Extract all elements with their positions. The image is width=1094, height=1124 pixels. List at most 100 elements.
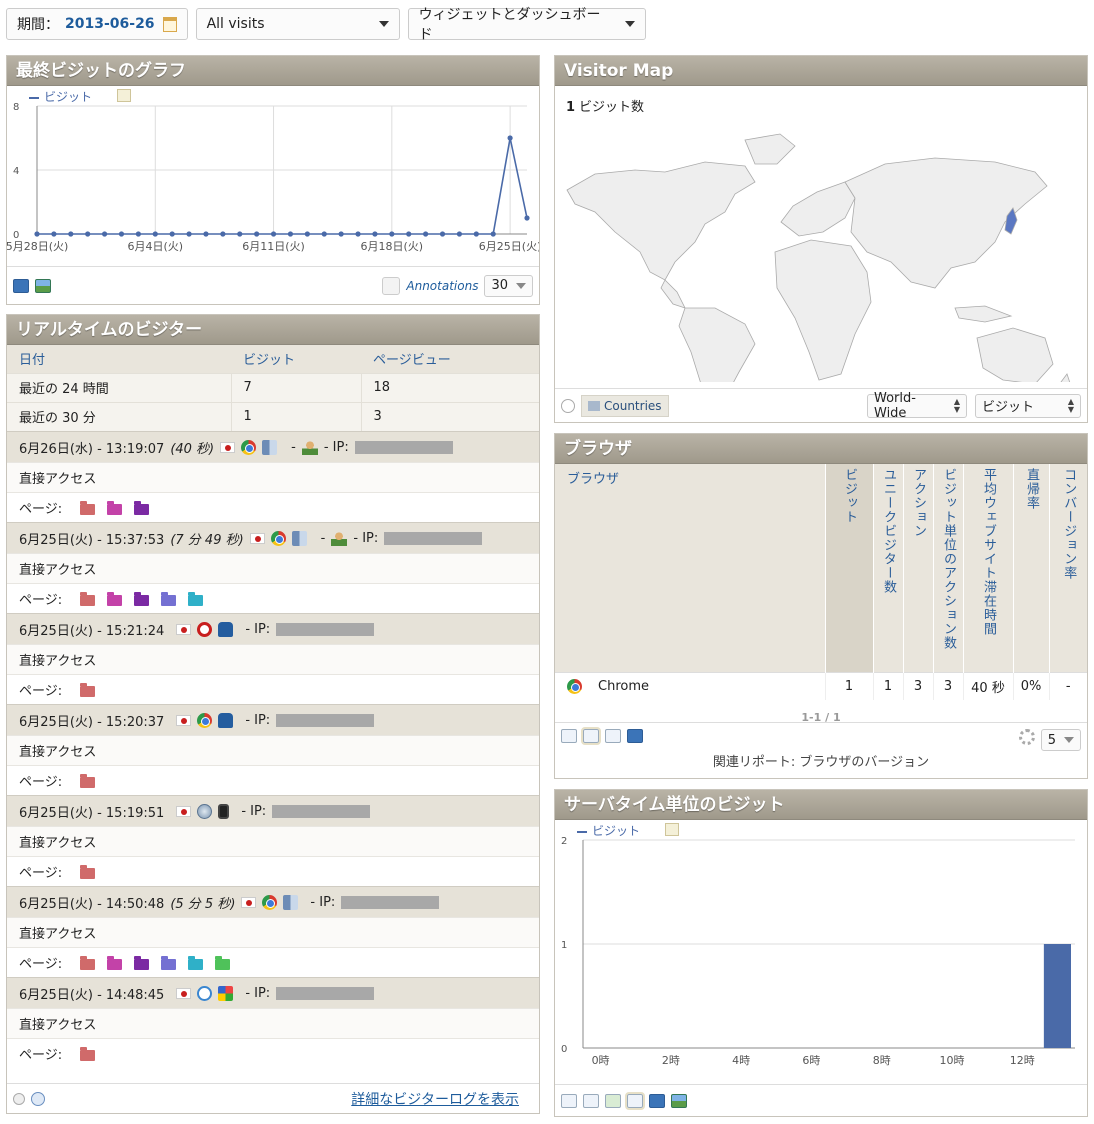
page-folder-icon[interactable] [80,865,96,879]
table-view-icon[interactable] [561,1093,577,1108]
col-avg-time[interactable]: 平均ウェブサイト滞在時間 [962,464,1013,672]
visits-line-chart: 8405月28日(火) 6月4日(火) 6月11日(火) 6月18日(火) 6月25日(… [7,102,539,253]
annotations-link[interactable]: Annotations [406,279,478,293]
returning-visitor-icon [301,439,318,455]
table-more-view-icon[interactable] [581,727,601,745]
android-icon [218,621,234,637]
period-limit-select[interactable]: 30 [484,274,533,297]
visit-pages: ページ: [7,856,539,886]
page-folder-icon[interactable] [188,956,204,970]
japan-flag-icon [176,987,192,999]
visit-header: 6月25日(火) - 15:21:24 - IP: [7,614,539,644]
new-zealand-region [1060,373,1071,382]
page-folder-icon[interactable] [80,774,96,788]
japan-flag-icon [249,532,265,544]
table-row: 最近の 30 分 1 3 [7,401,539,431]
visit-entry: 6月25日(火) - 15:21:24 - IP: 直接アクセス ページ: [7,613,539,704]
y-tick-label: 1 [561,940,567,951]
visit-duration: (40 秒) [170,441,215,457]
calendar-icon[interactable] [162,16,177,32]
col-actions-per-visit[interactable]: ビジット単位のアクション数 [932,464,963,672]
visit-time: 6月25日(火) - 14:50:48 [19,896,165,912]
browser-widget-title[interactable]: ブラウザ [555,434,1087,464]
page-folder-icon[interactable] [80,501,96,515]
visit-entry: 6月25日(火) - 14:48:45 - IP: 直接アクセス ページ: [7,977,539,1068]
opera-icon [197,621,213,637]
export-icon[interactable] [627,729,643,743]
export-icon[interactable] [649,1093,665,1108]
bar-chart-view-icon[interactable] [605,729,621,743]
page-folder-icon[interactable] [107,592,123,606]
visit-referrer: 直接アクセス [7,826,539,856]
period-selector[interactable]: 期間： 2013-06-26 [6,8,188,40]
segment-selector[interactable]: All visits [195,8,400,40]
countries-button[interactable]: Countries [581,394,669,417]
indonesia-region [954,305,1013,323]
col-visits-sorted[interactable]: ビジット [824,464,873,672]
table-view-icon[interactable] [561,729,577,743]
col-visits: ビジット [231,345,361,373]
visit-header: 6月25日(火) - 14:50:48 (5 分 5 秒) - IP: [7,887,539,917]
data-point [203,231,209,237]
dashboard-menu[interactable]: ウィジェットとダッシュボード [407,7,646,43]
table-row: 最近の 24 時間 7 18 [7,372,539,402]
page-folder-icon[interactable] [134,956,150,970]
africa-region [774,239,872,381]
image-export-icon[interactable] [671,1093,687,1108]
col-actions[interactable]: アクション [902,464,933,672]
page-folder-icon[interactable] [188,592,204,606]
ip-label: - IP: [353,530,379,546]
safari-icon [197,803,213,819]
world-map[interactable] [555,112,1087,382]
page-folder-icon[interactable] [134,501,150,515]
x-tick-label: 5月28日(火) [7,240,68,253]
visit-header: 6月25日(火) - 15:37:53 (7 分 49 秒) - - IP: [7,523,539,553]
page-folder-icon[interactable] [80,956,96,970]
zoom-out-icon[interactable] [561,398,575,413]
page-folder-icon[interactable] [107,956,123,970]
realtime-widget-title[interactable]: リアルタイムのビジター [7,315,539,345]
graph-widget-title[interactable]: 最終ビジットのグラフ [7,56,539,86]
page-folder-icon[interactable] [107,501,123,515]
page-folder-icon[interactable] [80,1047,96,1061]
visit-header: 6月25日(火) - 14:48:45 - IP: [7,978,539,1008]
goals-flag-icon[interactable] [605,1093,621,1108]
japan-flag-icon [176,623,192,635]
north-america-region [566,161,756,281]
ip-label: - IP: [241,803,267,819]
row-limit-select[interactable]: 5 [1040,729,1081,751]
data-point [186,231,192,237]
page-folder-icon[interactable] [134,592,150,606]
period-value[interactable]: 2013-06-26 [65,16,155,32]
image-export-icon[interactable] [35,278,51,293]
col-browser[interactable]: ブラウザ [555,464,825,672]
related-report-link[interactable]: 関連リポート: ブラウザのバージョン [555,751,1087,770]
col-conversion-rate[interactable]: コンバージョン率 [1048,464,1087,672]
returning-visitor-icon [331,530,348,546]
col-unique-visitors[interactable]: ユニークビジター数 [872,464,903,672]
table-more-view-icon[interactable] [583,1093,599,1108]
map-widget-title[interactable]: Visitor Map [555,56,1087,86]
visitor-log-link[interactable]: 詳細なビジターログを表示 [351,1089,519,1109]
region-select[interactable]: World-Wide ▲ ▼ [867,391,967,421]
bar-chart-view-icon[interactable] [625,1091,645,1110]
page-folder-icon[interactable] [161,592,177,606]
play-icon[interactable] [31,1091,45,1106]
mac-os-icon [262,439,278,455]
iphone-icon [218,803,230,819]
pause-icon[interactable] [13,1092,25,1105]
table-row[interactable]: Chrome 1 1 3 3 40 秒 0% - [555,671,1087,700]
page-folder-icon[interactable] [80,592,96,606]
page-folder-icon[interactable] [80,683,96,697]
col-bounce-rate[interactable]: 直帰率 [1012,464,1049,672]
data-point [406,231,412,237]
map-metric-select[interactable]: ビジット ▲ ▼ [975,393,1081,418]
browser-widget: ブラウザ ブラウザ ビジット ユニークビジター数 アクション ビジット単位のアク… [554,433,1088,779]
server-widget-title[interactable]: サーバタイム単位のビジット [555,790,1087,820]
page-folder-icon[interactable] [161,956,177,970]
annotations-icon[interactable] [382,276,401,295]
gear-icon[interactable] [1018,729,1035,745]
visit-entry: 6月25日(火) - 15:20:37 - IP: 直接アクセス ページ: [7,704,539,795]
export-icon[interactable] [13,278,29,293]
page-folder-icon[interactable] [215,956,231,970]
